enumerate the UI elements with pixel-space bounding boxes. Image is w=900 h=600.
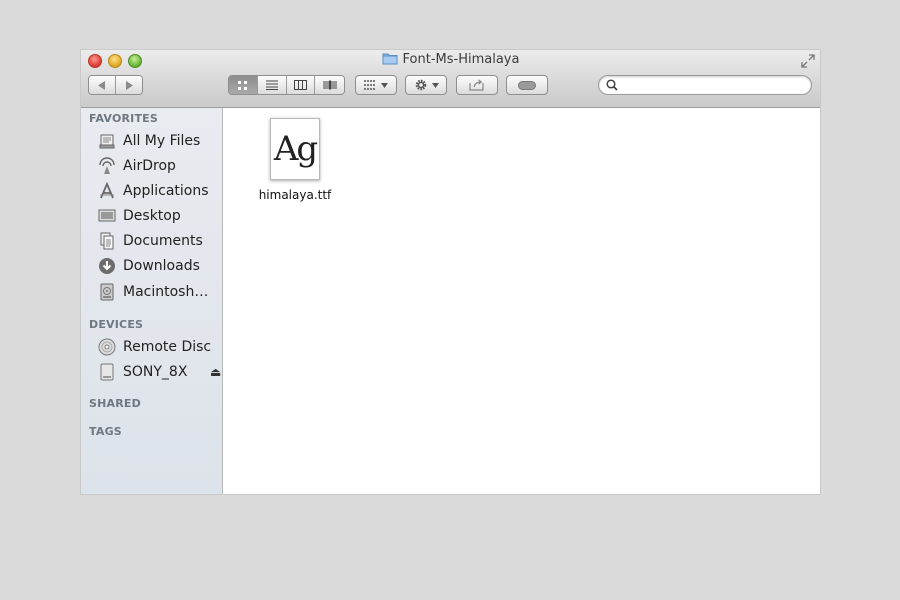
sidebar-item-label: Downloads [123,258,200,274]
sidebar-item-label: Desktop [123,208,181,224]
font-preview-text: Ag [273,129,318,169]
sidebar-item-label: All My Files [123,133,201,149]
airdrop-icon [97,156,117,176]
window-title-area: Font-Ms-Himalaya [81,51,820,71]
font-file-thumbnail: Ag [270,118,320,180]
back-button[interactable] [89,76,116,94]
documents-icon [97,231,117,251]
tag-toggle-button[interactable] [506,75,548,95]
section-header-devices: DEVICES [89,318,144,331]
sidebar-item-label: Applications [123,183,209,199]
fullscreen-icon[interactable] [801,53,815,68]
cover-flow-view-button[interactable] [315,76,344,94]
sidebar-item-label: Documents [123,233,203,249]
nav-segment [88,75,143,95]
sidebar-item-documents[interactable]: Documents [97,230,221,252]
forward-button[interactable] [115,76,142,94]
search-input[interactable] [623,77,803,93]
usb-drive-icon [97,362,117,382]
eject-icon[interactable]: ⏏ [210,365,221,379]
sidebar-item-all-my-files[interactable]: All My Files [97,130,221,152]
icon-view-button[interactable] [229,76,258,94]
column-view-button[interactable] [286,76,316,94]
list-view-icon [265,80,278,90]
sidebar-item-sony-8x[interactable]: SONY_8X ⏏ [97,361,221,383]
sidebar-item-macintosh[interactable]: Macintosh… [97,281,221,303]
folder-icon [382,52,398,71]
search-field[interactable] [598,75,812,95]
list-view-button[interactable] [257,76,287,94]
chevron-down-icon [431,82,439,88]
sidebar-item-label: Remote Disc [123,339,212,355]
search-icon [606,79,618,91]
window-title: Font-Ms-Himalaya [402,52,520,67]
section-header-favorites: FAVORITES [89,112,158,125]
sidebar-item-applications[interactable]: Applications [97,180,221,202]
icon-view-icon [238,80,248,90]
sidebar: FAVORITES All My Files AirDrop Applicati… [81,108,223,494]
section-header-tags[interactable]: TAGS [89,425,122,438]
view-mode-segment [228,75,345,95]
all-files-icon [97,131,117,151]
share-icon [469,79,484,91]
sidebar-item-airdrop[interactable]: AirDrop [97,155,221,177]
gear-icon [415,79,426,91]
share-button[interactable] [456,75,498,95]
sidebar-item-label: Macintosh… [123,284,209,300]
cover-flow-icon [323,80,337,90]
tag-toggle-icon [518,80,536,90]
back-arrow-icon [97,80,105,90]
chevron-down-icon [381,82,388,88]
downloads-icon [97,256,117,276]
disc-icon [97,337,117,357]
applications-icon [97,181,117,201]
sidebar-item-downloads[interactable]: Downloads [97,255,221,277]
sidebar-item-remote-disc[interactable]: Remote Disc [97,336,221,358]
forward-arrow-icon [125,80,133,90]
sidebar-item-label: AirDrop [123,158,176,174]
column-view-icon [293,80,307,90]
sidebar-item-label: SONY_8X [123,364,188,380]
file-name: himalaya.ttf [258,188,332,202]
finder-window: Font-Ms-Himalaya FAVORITES All My Files … [81,50,820,494]
hard-drive-icon [97,282,117,302]
arrange-button[interactable] [355,75,397,95]
file-item-himalaya-ttf[interactable]: Ag himalaya.ttf [255,118,335,202]
section-header-shared[interactable]: SHARED [89,397,141,410]
desktop-icon [97,206,117,226]
file-browser-content: Ag himalaya.ttf [223,108,820,494]
title-toolbar-bar: Font-Ms-Himalaya [81,50,820,108]
sidebar-item-desktop[interactable]: Desktop [97,205,221,227]
grid-arrange-icon [364,80,376,90]
action-button[interactable] [405,75,447,95]
